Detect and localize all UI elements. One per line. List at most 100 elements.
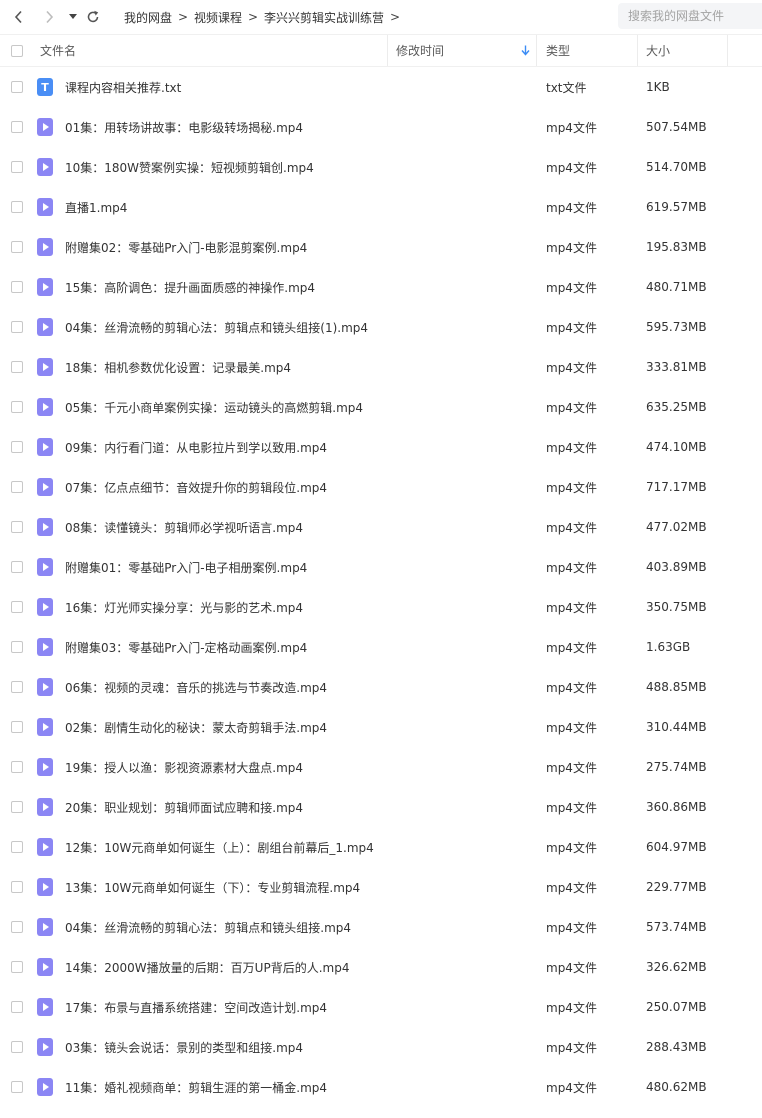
file-name[interactable]: 11集：婚礼视频商单：剪辑生涯的第一桶金.mp4 <box>65 1067 327 1107</box>
file-name[interactable]: 04集：丝滑流畅的剪辑心法：剪辑点和镜头组接(1).mp4 <box>65 307 368 347</box>
file-row[interactable]: 20集：职业规划：剪辑师面试应聘和接.mp4 mp4文件 360.86MB <box>0 787 762 827</box>
file-row[interactable]: 10集：180W赞案例实操：短视频剪辑创.mp4 mp4文件 514.70MB <box>0 147 762 187</box>
file-name[interactable]: 19集：授人以渔：影视资源素材大盘点.mp4 <box>65 747 303 787</box>
file-name[interactable]: 18集：相机参数优化设置：记录最美.mp4 <box>65 347 291 387</box>
play-icon <box>43 123 49 131</box>
file-name[interactable]: 附赠集03：零基础Pr入门-定格动画案例.mp4 <box>65 627 307 667</box>
file-name[interactable]: 16集：灯光师实操分享：光与影的艺术.mp4 <box>65 587 303 627</box>
column-divider[interactable] <box>727 35 728 66</box>
column-header-modified[interactable]: 修改时间 <box>396 35 444 66</box>
file-name[interactable]: 13集：10W元商单如何诞生（下）：专业剪辑流程.mp4 <box>65 867 360 907</box>
breadcrumb-item-video-courses[interactable]: 视频课程 <box>194 9 242 26</box>
row-checkbox[interactable] <box>11 747 23 787</box>
file-row[interactable]: 11集：婚礼视频商单：剪辑生涯的第一桶金.mp4 mp4文件 480.62MB <box>0 1067 762 1107</box>
file-name[interactable]: 12集：10W元商单如何诞生（上）：剧组台前幕后_1.mp4 <box>65 827 374 867</box>
file-row[interactable]: 06集：视频的灵魂：音乐的挑选与节奏改造.mp4 mp4文件 488.85MB <box>0 667 762 707</box>
file-name[interactable]: 17集：布景与直播系统搭建：空间改造计划.mp4 <box>65 987 327 1027</box>
column-divider[interactable] <box>536 35 537 66</box>
row-checkbox[interactable] <box>11 507 23 547</box>
file-row[interactable]: 附赠集03：零基础Pr入门-定格动画案例.mp4 mp4文件 1.63GB <box>0 627 762 667</box>
file-row[interactable]: 16集：灯光师实操分享：光与影的艺术.mp4 mp4文件 350.75MB <box>0 587 762 627</box>
file-row[interactable]: 附赠集01：零基础Pr入门-电子相册案例.mp4 mp4文件 403.89MB <box>0 547 762 587</box>
column-header-name[interactable]: 文件名 <box>40 35 76 66</box>
file-row[interactable]: 17集：布景与直播系统搭建：空间改造计划.mp4 mp4文件 250.07MB <box>0 987 762 1027</box>
row-checkbox[interactable] <box>11 787 23 827</box>
file-row[interactable]: 14集：2000W播放量的后期：百万UP背后的人.mp4 mp4文件 326.62M… <box>0 947 762 987</box>
breadcrumb-item-my-drive[interactable]: 我的网盘 <box>124 9 172 26</box>
file-name[interactable]: 15集：高阶调色：提升画面质感的神操作.mp4 <box>65 267 315 307</box>
row-checkbox[interactable] <box>11 267 23 307</box>
row-checkbox[interactable] <box>11 387 23 427</box>
file-name[interactable]: 课程内容相关推荐.txt <box>65 67 181 107</box>
row-checkbox[interactable] <box>11 187 23 227</box>
play-icon <box>43 723 49 731</box>
row-checkbox[interactable] <box>11 467 23 507</box>
forward-button[interactable] <box>40 0 58 34</box>
file-row[interactable]: 15集：高阶调色：提升画面质感的神操作.mp4 mp4文件 480.71MB <box>0 267 762 307</box>
file-name[interactable]: 14集：2000W播放量的后期：百万UP背后的人.mp4 <box>65 947 349 987</box>
row-checkbox[interactable] <box>11 827 23 867</box>
file-name[interactable]: 附赠集02：零基础Pr入门-电影混剪案例.mp4 <box>65 227 307 267</box>
file-name[interactable]: 04集：丝滑流畅的剪辑心法：剪辑点和镜头组接.mp4 <box>65 907 351 947</box>
file-name[interactable]: 06集：视频的灵魂：音乐的挑选与节奏改造.mp4 <box>65 667 327 707</box>
file-row[interactable]: 直播1.mp4 mp4文件 619.57MB <box>0 187 762 227</box>
row-checkbox[interactable] <box>11 867 23 907</box>
row-checkbox[interactable] <box>11 907 23 947</box>
row-checkbox[interactable] <box>11 1027 23 1067</box>
select-all-checkbox[interactable] <box>11 35 23 66</box>
file-row[interactable]: 附赠集02：零基础Pr入门-电影混剪案例.mp4 mp4文件 195.83MB <box>0 227 762 267</box>
row-checkbox[interactable] <box>11 427 23 467</box>
file-row[interactable]: 05集：千元小商单案例实操：运动镜头的高燃剪辑.mp4 mp4文件 635.25MB <box>0 387 762 427</box>
row-checkbox[interactable] <box>11 627 23 667</box>
back-button[interactable] <box>10 0 28 34</box>
file-name[interactable]: 01集：用转场讲故事：电影级转场揭秘.mp4 <box>65 107 303 147</box>
file-name[interactable]: 08集：读懂镜头：剪辑师必学视听语言.mp4 <box>65 507 303 547</box>
file-row[interactable]: 07集：亿点点细节：音效提升你的剪辑段位.mp4 mp4文件 717.17MB <box>0 467 762 507</box>
column-divider[interactable] <box>387 35 388 66</box>
row-checkbox[interactable] <box>11 227 23 267</box>
file-row[interactable]: T 课程内容相关推荐.txt txt文件 1KB <box>0 67 762 107</box>
column-divider[interactable] <box>637 35 638 66</box>
column-header-type[interactable]: 类型 <box>546 35 570 66</box>
row-checkbox[interactable] <box>11 587 23 627</box>
row-checkbox[interactable] <box>11 347 23 387</box>
file-name[interactable]: 20集：职业规划：剪辑师面试应聘和接.mp4 <box>65 787 303 827</box>
row-checkbox[interactable] <box>11 987 23 1027</box>
file-name[interactable]: 直播1.mp4 <box>65 187 127 227</box>
file-row[interactable]: 09集：内行看门道：从电影拉片到学以致用.mp4 mp4文件 474.10MB <box>0 427 762 467</box>
file-name[interactable]: 05集：千元小商单案例实操：运动镜头的高燃剪辑.mp4 <box>65 387 363 427</box>
file-row[interactable]: 19集：授人以渔：影视资源素材大盘点.mp4 mp4文件 275.74MB <box>0 747 762 787</box>
file-row[interactable]: 03集：镜头会说话：景别的类型和组接.mp4 mp4文件 288.43MB <box>0 1027 762 1067</box>
history-dropdown-button[interactable] <box>66 0 80 34</box>
search-input[interactable] <box>618 3 762 29</box>
sort-descending-button[interactable] <box>521 35 530 66</box>
row-checkbox[interactable] <box>11 107 23 147</box>
row-checkbox[interactable] <box>11 147 23 187</box>
file-name[interactable]: 07集：亿点点细节：音效提升你的剪辑段位.mp4 <box>65 467 327 507</box>
row-checkbox[interactable] <box>11 307 23 347</box>
file-size: 573.74MB <box>646 920 707 934</box>
file-row[interactable]: 01集：用转场讲故事：电影级转场揭秘.mp4 mp4文件 507.54MB <box>0 107 762 147</box>
column-header-size[interactable]: 大小 <box>646 35 670 66</box>
file-name[interactable]: 10集：180W赞案例实操：短视频剪辑创.mp4 <box>65 147 314 187</box>
file-row[interactable]: 12集：10W元商单如何诞生（上）：剧组台前幕后_1.mp4 mp4文件 604.9… <box>0 827 762 867</box>
file-row[interactable]: 08集：读懂镜头：剪辑师必学视听语言.mp4 mp4文件 477.02MB <box>0 507 762 547</box>
file-row[interactable]: 02集：剧情生动化的秘诀：蒙太奇剪辑手法.mp4 mp4文件 310.44MB <box>0 707 762 747</box>
file-name[interactable]: 03集：镜头会说话：景别的类型和组接.mp4 <box>65 1027 303 1067</box>
file-name[interactable]: 09集：内行看门道：从电影拉片到学以致用.mp4 <box>65 427 327 467</box>
file-name[interactable]: 附赠集01：零基础Pr入门-电子相册案例.mp4 <box>65 547 307 587</box>
row-checkbox[interactable] <box>11 667 23 707</box>
play-icon <box>43 923 49 931</box>
refresh-button[interactable] <box>85 0 101 34</box>
row-checkbox[interactable] <box>11 1067 23 1107</box>
file-row[interactable]: 04集：丝滑流畅的剪辑心法：剪辑点和镜头组接.mp4 mp4文件 573.74MB <box>0 907 762 947</box>
row-checkbox[interactable] <box>11 547 23 587</box>
file-name[interactable]: 02集：剧情生动化的秘诀：蒙太奇剪辑手法.mp4 <box>65 707 327 747</box>
file-row[interactable]: 04集：丝滑流畅的剪辑心法：剪辑点和镜头组接(1).mp4 mp4文件 595.73… <box>0 307 762 347</box>
row-checkbox[interactable] <box>11 947 23 987</box>
row-checkbox[interactable] <box>11 707 23 747</box>
row-checkbox[interactable] <box>11 67 23 107</box>
file-row[interactable]: 18集：相机参数优化设置：记录最美.mp4 mp4文件 333.81MB <box>0 347 762 387</box>
file-row[interactable]: 13集：10W元商单如何诞生（下）：专业剪辑流程.mp4 mp4文件 229.77M… <box>0 867 762 907</box>
breadcrumb-item-current-folder[interactable]: 李兴兴剪辑实战训练营 <box>264 9 384 26</box>
